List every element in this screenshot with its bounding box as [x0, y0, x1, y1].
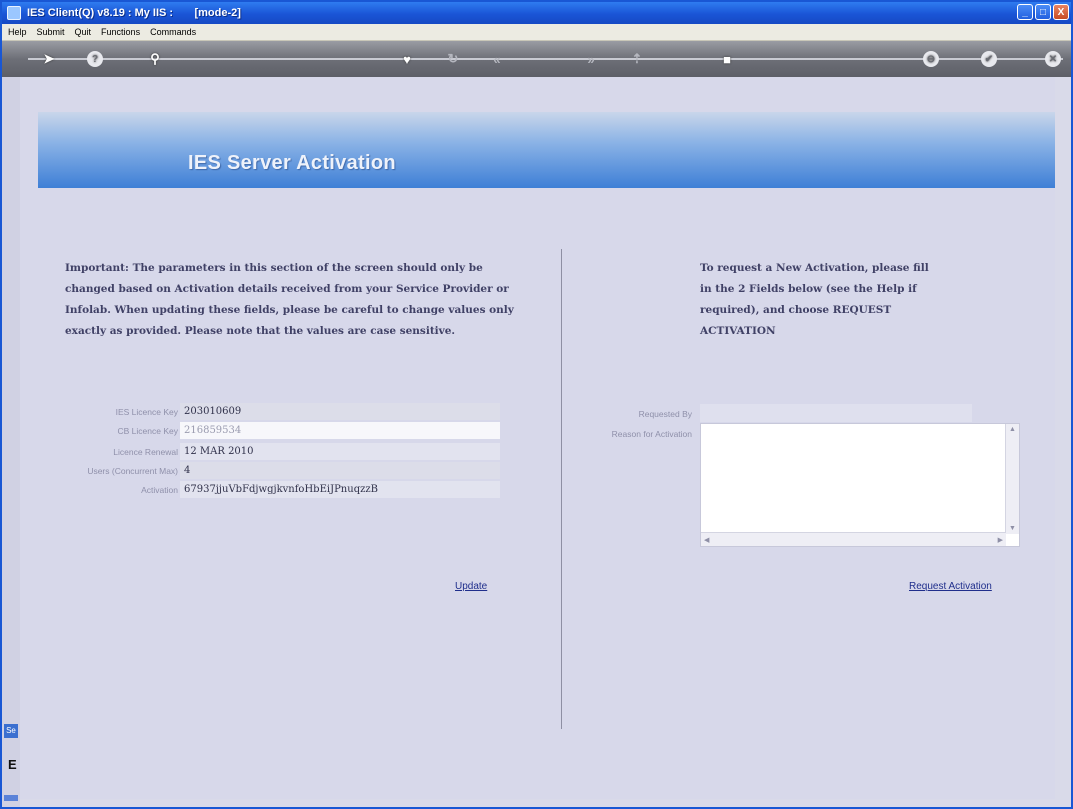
help-icon[interactable]: ?: [86, 50, 104, 68]
users-field[interactable]: 4: [180, 462, 500, 479]
heart-icon[interactable]: ♥: [398, 50, 416, 68]
app-window: IES Client(Q) v8.19 : My IIS : [mode-2] …: [0, 0, 1073, 809]
menu-commands[interactable]: Commands: [150, 27, 196, 37]
important-note: Important: The parameters in this sectio…: [65, 262, 514, 337]
banner: IES Server Activation: [38, 112, 1055, 188]
ok-icon[interactable]: ✔: [980, 50, 998, 68]
stop-icon[interactable]: ■: [718, 50, 736, 68]
activation-row: Activation: [20, 481, 178, 498]
search-icon[interactable]: ⚲: [146, 50, 164, 68]
requested-by-input[interactable]: [700, 404, 972, 422]
scroll-right-icon[interactable]: ▶: [998, 536, 1003, 544]
cb-licence-key-field[interactable]: 216859534: [180, 422, 500, 439]
reason-label: Reason for Activation: [611, 428, 692, 439]
ies-licence-key-row: IES Licence Key: [20, 403, 178, 420]
users-row: Users (Concurrent Max): [20, 462, 178, 479]
side-strip-tab[interactable]: Se: [4, 724, 18, 738]
licence-renewal-field[interactable]: 12 MAR 2010: [180, 443, 500, 460]
refresh-icon[interactable]: ↻: [444, 50, 462, 68]
side-strip-bar: [4, 795, 18, 801]
cb-licence-key-label: CB Licence Key: [117, 425, 178, 436]
reason-textarea[interactable]: ▲ ▼ ◀ ▶: [700, 423, 1020, 547]
side-strip: Se E: [2, 77, 20, 807]
maximize-button[interactable]: □: [1035, 4, 1051, 20]
scroll-left-icon[interactable]: ◀: [704, 536, 709, 544]
licence-renewal-label: Licence Renewal: [113, 446, 178, 457]
menu-functions[interactable]: Functions: [101, 27, 140, 37]
main-content: IES Server Activation Important: The par…: [20, 77, 1055, 799]
requested-by-label: Requested By: [638, 408, 692, 419]
scroll-up-icon[interactable]: ▲: [1009, 426, 1016, 433]
section-divider: [561, 249, 562, 729]
horizontal-scrollbar[interactable]: ◀ ▶: [701, 532, 1006, 546]
menu-bar: Help Submit Quit Functions Commands: [2, 24, 1071, 41]
side-strip-letter: E: [8, 757, 17, 772]
cancel-icon[interactable]: ⊖: [922, 50, 940, 68]
close-window-button[interactable]: X: [1053, 4, 1069, 20]
title-bar[interactable]: IES Client(Q) v8.19 : My IIS : [mode-2] …: [2, 2, 1071, 24]
menu-help[interactable]: Help: [8, 27, 27, 37]
minimize-button[interactable]: _: [1017, 4, 1033, 20]
page-title: IES Server Activation: [188, 152, 396, 174]
menu-submit[interactable]: Submit: [37, 27, 65, 37]
toolbar: ➤ ? ⚲ ♥ ↻ « » ⇡ ■ ⊖ ✔ ✕: [2, 41, 1071, 77]
window-title: IES Client(Q) v8.19 : My IIS : [mode-2]: [27, 7, 241, 19]
request-activation-link[interactable]: Request Activation: [909, 581, 992, 592]
toolbar-track: [28, 58, 1063, 60]
reason-row: Reason for Activation: [560, 425, 692, 442]
request-instructions: To request a New Activation, please fill…: [700, 262, 929, 337]
fast-forward-icon[interactable]: »: [582, 50, 600, 68]
close-icon[interactable]: ✕: [1044, 50, 1062, 68]
cb-licence-key-row: CB Licence Key: [20, 422, 178, 439]
licence-renewal-row: Licence Renewal: [20, 443, 178, 460]
activation-field[interactable]: 67937jjuVbFdjwgjkvnfoHbEiJPnuqzzB: [180, 481, 500, 498]
arrow-right-icon[interactable]: ➤: [40, 50, 58, 68]
requested-by-row: Requested By: [560, 405, 692, 422]
update-link[interactable]: Update: [455, 581, 487, 592]
ies-licence-key-field[interactable]: 203010609: [180, 403, 500, 420]
ies-licence-key-label: IES Licence Key: [115, 406, 178, 417]
activation-label: Activation: [141, 484, 178, 495]
upload-icon[interactable]: ⇡: [628, 50, 646, 68]
menu-quit[interactable]: Quit: [75, 27, 92, 37]
rewind-icon[interactable]: «: [488, 50, 506, 68]
app-icon: [7, 6, 21, 20]
users-label: Users (Concurrent Max): [87, 465, 178, 476]
scroll-down-icon[interactable]: ▼: [1009, 525, 1016, 532]
vertical-scrollbar[interactable]: ▲ ▼: [1005, 424, 1019, 534]
